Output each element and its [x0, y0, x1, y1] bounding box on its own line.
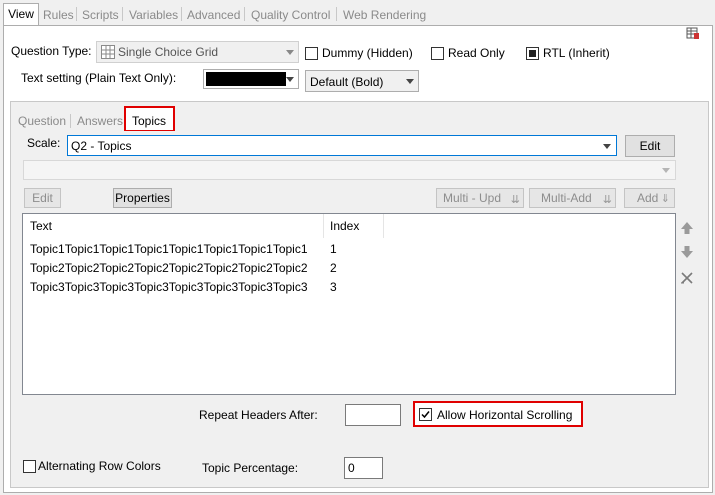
multi-add-button[interactable]: Multi-Add ⇊: [529, 188, 616, 208]
add-button[interactable]: Add ⇓: [624, 188, 675, 208]
header-index[interactable]: Index: [330, 219, 359, 233]
multi-update-button[interactable]: Multi - Upd ⇊: [436, 188, 524, 208]
topics-table[interactable]: Text Index Topic1Topic1Topic1Topic1Topic…: [22, 213, 676, 395]
cell-index: 3: [330, 280, 337, 294]
tab-separator: [70, 114, 71, 128]
delete-icon[interactable]: [680, 271, 694, 285]
grid-type-icon: [101, 45, 115, 62]
color-swatch: [206, 72, 286, 86]
edit-topic-button[interactable]: Edit: [24, 188, 61, 208]
tab-separator: [336, 7, 337, 21]
subtab-answers[interactable]: Answers: [77, 114, 123, 128]
subtab-question[interactable]: Question: [18, 114, 66, 128]
font-style-value: Default (Bold): [310, 75, 384, 89]
tab-web-rendering[interactable]: Web Rendering: [343, 5, 426, 25]
header-separator: [383, 214, 384, 238]
move-down-icon[interactable]: [680, 245, 694, 259]
topic-percentage-value: 0: [348, 461, 355, 475]
tab-separator: [244, 7, 245, 21]
multi-update-label: Multi - Upd: [443, 191, 502, 205]
tab-scripts[interactable]: Scripts: [82, 5, 119, 25]
multi-down-arrows-icon: ⇊: [510, 194, 520, 206]
topic-percentage-label: Topic Percentage:: [202, 461, 299, 475]
tab-separator: [76, 7, 77, 21]
question-type-label: Question Type:: [11, 44, 92, 58]
scale-value: Q2 - Topics: [71, 139, 132, 153]
cell-text: Topic3Topic3Topic3Topic3Topic3Topic3Topi…: [30, 280, 308, 294]
scale-edit-button[interactable]: Edit: [625, 135, 675, 157]
properties-button[interactable]: Properties: [113, 188, 172, 208]
checkbox-fill: [529, 50, 536, 57]
chevron-down-icon: [286, 50, 294, 55]
table-header: Text Index: [23, 214, 675, 238]
rtl-label: RTL (Inherit): [543, 46, 610, 60]
read-only-checkbox[interactable]: [431, 47, 444, 60]
topic-percentage-input[interactable]: 0: [344, 457, 383, 479]
tab-quality-control[interactable]: Quality Control: [251, 5, 330, 25]
cell-index: 2: [330, 261, 337, 275]
scale-label: Scale:: [27, 136, 61, 150]
subtab-topics-label: Topics: [132, 114, 167, 128]
rtl-checkbox[interactable]: [526, 47, 539, 60]
scale-select[interactable]: Q2 - Topics: [67, 135, 617, 156]
header-separator: [323, 214, 324, 238]
subtab-topics[interactable]: Topics: [126, 108, 173, 131]
tab-separator: [181, 7, 182, 21]
table-row[interactable]: Topic1Topic1Topic1Topic1Topic1Topic1Topi…: [23, 240, 675, 259]
chevron-down-icon: [286, 77, 294, 82]
font-style-select[interactable]: Default (Bold): [305, 70, 419, 92]
cell-index: 1: [330, 242, 337, 256]
header-text[interactable]: Text: [30, 219, 52, 233]
chevron-down-icon: [603, 143, 611, 149]
text-color-select[interactable]: [203, 69, 299, 89]
add-label: Add: [637, 191, 659, 205]
question-type-select[interactable]: Single Choice Grid: [96, 41, 299, 63]
grid-settings-icon[interactable]: [686, 27, 700, 40]
allow-hscroll-label: Allow Horizontal Scrolling: [437, 408, 573, 422]
tab-separator: [122, 7, 123, 21]
repeat-headers-input[interactable]: [345, 404, 401, 426]
cell-text: Topic2Topic2Topic2Topic2Topic2Topic2Topi…: [30, 261, 308, 275]
tab-variables[interactable]: Variables: [129, 5, 178, 25]
chevron-down-icon: [662, 168, 670, 173]
tab-advanced[interactable]: Advanced: [187, 5, 240, 25]
chevron-down-icon: [406, 79, 414, 84]
read-only-label: Read Only: [448, 46, 505, 60]
allow-hscroll-checkbox[interactable]: [419, 408, 432, 421]
text-setting-label: Text setting (Plain Text Only):: [21, 71, 177, 85]
move-up-icon[interactable]: [680, 221, 694, 235]
secondary-select[interactable]: [23, 160, 676, 180]
alternating-rows-checkbox[interactable]: [23, 460, 36, 473]
question-type-value: Single Choice Grid: [118, 45, 219, 59]
table-row[interactable]: Topic3Topic3Topic3Topic3Topic3Topic3Topi…: [23, 278, 675, 297]
multi-add-label: Multi-Add: [541, 191, 592, 205]
down-arrow-icon: ⇓: [660, 193, 670, 205]
multi-down-arrows-icon: ⇊: [602, 194, 612, 206]
dummy-checkbox[interactable]: [305, 47, 318, 60]
dummy-label: Dummy (Hidden): [322, 46, 413, 60]
tab-rules[interactable]: Rules: [43, 5, 74, 25]
repeat-headers-label: Repeat Headers After:: [199, 408, 318, 422]
tab-view[interactable]: View: [3, 3, 39, 27]
alternating-rows-label: Alternating Row Colors: [38, 459, 161, 473]
table-row[interactable]: Topic2Topic2Topic2Topic2Topic2Topic2Topi…: [23, 259, 675, 278]
cell-text: Topic1Topic1Topic1Topic1Topic1Topic1Topi…: [30, 242, 308, 256]
